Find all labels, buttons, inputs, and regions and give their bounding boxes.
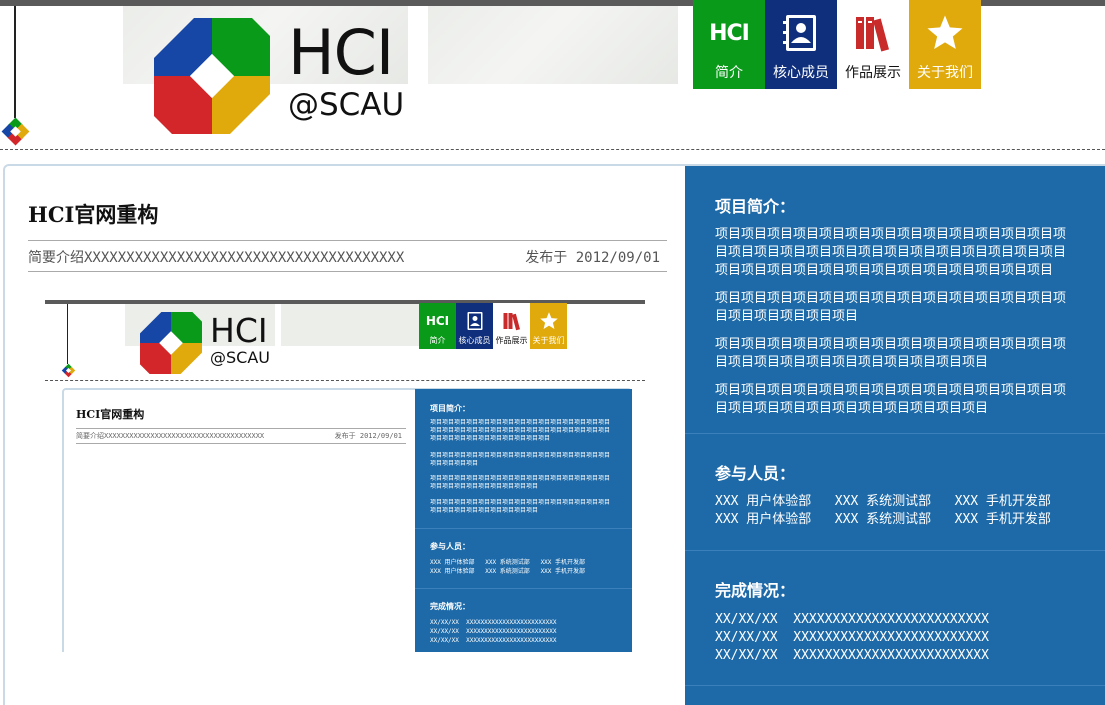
- thumb-section-progress: 完成情况： XX/XX/XX XXXXXXXXXXXXXXXXXXXXXXXXX…: [415, 589, 632, 652]
- thumb-post-date: 发布于 2012/09/01: [334, 432, 402, 440]
- nav-label: 核心成员: [773, 65, 829, 81]
- contacts-book-icon: [778, 10, 824, 56]
- thumb-nav-label: 作品展示: [495, 336, 528, 345]
- progress-row: XX/XX/XX XXXXXXXXXXXXXXXXXXXXXXXXX: [715, 612, 989, 627]
- thumb-section-text: 项目项目项目项目项目项目项目项目项目项目项目项目项目项目项目项目项目项目项目: [430, 452, 611, 467]
- project-screenshot: HCI @SCAU HCI 简介 核心成员 作品展示 关于我们 HCI官网重构: [45, 300, 645, 652]
- hci-logo-icon[interactable]: [154, 18, 270, 134]
- nav-item-intro[interactable]: HCI 简介: [693, 0, 765, 89]
- thumb-nav: HCI 简介 核心成员 作品展示 关于我们: [419, 303, 567, 349]
- thumb-section-text: 项目项目项目项目项目项目项目项目项目项目项目项目项目项目项目项目项目项目项目项目…: [430, 475, 611, 490]
- thumb-small-logo-icon: [61, 363, 76, 378]
- progress-row: XX/XX/XX XXXXXXXXXXXXXXXXXXXXXXXXX: [715, 630, 989, 645]
- hci-badge-icon: HCI: [709, 20, 750, 46]
- section-heading: 完成情况：: [715, 581, 796, 600]
- section-project-intro: 项目简介： 项目项目项目项目项目项目项目项目项目项目项目项目项目项目项目项目项目…: [685, 166, 1105, 434]
- nav-label: 作品展示: [845, 65, 901, 81]
- header-background-photo: [428, 6, 678, 84]
- thumb-contacts-book-icon: [463, 309, 487, 333]
- header-divider: [0, 149, 1105, 150]
- thumb-nav-item: 核心成员: [456, 303, 493, 349]
- post-meta: 简要介绍XXXXXXXXXXXXXXXXXXXXXXXXXXXXXXXXXXXX…: [28, 240, 667, 272]
- section-paragraph: 项目项目项目项目项目项目项目项目项目项目项目项目项目项目项目项目项目项目项目项目…: [715, 227, 1067, 278]
- nav-item-about[interactable]: 关于我们: [909, 0, 981, 89]
- thumb-section-heading: 项目简介：: [430, 404, 470, 413]
- member-row: XXX 用户体验部 XXX 系统测试部 XXX 手机开发部: [715, 512, 1051, 527]
- thumb-section-text: XX/XX/XX XXXXXXXXXXXXXXXXXXXXXXXXX: [430, 628, 557, 635]
- project-sidebar: 项目简介： 项目项目项目项目项目项目项目项目项目项目项目项目项目项目项目项目项目…: [685, 166, 1105, 705]
- nav-item-members[interactable]: 核心成员: [765, 0, 837, 89]
- thumb-brand-subtitle: @SCAU: [210, 348, 270, 367]
- progress-row: XX/XX/XX XXXXXXXXXXXXXXXXXXXXXXXXX: [715, 648, 989, 663]
- star-icon: [922, 10, 968, 56]
- section-paragraph: 项目项目项目项目项目项目项目项目项目项目项目项目项目项目项目项目项目项目项目项目…: [715, 337, 1067, 370]
- section-paragraph: 项目项目项目项目项目项目项目项目项目项目项目项目项目项目项目项目项目项目项目: [715, 291, 1067, 324]
- small-logo-icon[interactable]: [0, 116, 31, 147]
- thumb-post-meta: 简要介绍XXXXXXXXXXXXXXXXXXXXXXXXXXXXXXXXXXXX…: [76, 428, 406, 444]
- nav-label: 简介: [715, 65, 743, 81]
- thumb-star-icon: [537, 309, 561, 333]
- thumb-nav-label: 关于我们: [532, 336, 565, 345]
- thumb-section-intro: 项目简介： 项目项目项目项目项目项目项目项目项目项目项目项目项目项目项目项目项目…: [415, 389, 632, 529]
- nav-label: 关于我们: [917, 65, 973, 81]
- section-paragraph: 项目项目项目项目项目项目项目项目项目项目项目项目项目项目项目项目项目项目项目项目…: [715, 383, 1067, 416]
- section-heading: 项目简介：: [715, 197, 796, 216]
- brand-subtitle: @SCAU: [288, 87, 405, 123]
- thumb-section-heading: 参与人员：: [430, 542, 470, 551]
- thumb-logo-icon: [140, 312, 202, 374]
- thumb-post-title: HCI官网重构: [76, 408, 145, 421]
- post-date: 发布于 2012/09/01: [525, 250, 660, 266]
- thumb-nav-label: 简介: [429, 336, 446, 345]
- thumb-hanging-string: [67, 304, 68, 364]
- books-icon: [850, 10, 896, 56]
- thumb-hci-badge-icon: HCI: [425, 314, 450, 328]
- thumb-section-text: 项目项目项目项目项目项目项目项目项目项目项目项目项目项目项目项目项目项目项目项目…: [430, 499, 611, 514]
- thumb-section-text: XX/XX/XX XXXXXXXXXXXXXXXXXXXXXXXXX: [430, 619, 557, 626]
- thumb-section-text: XXX 用户体验部 XXX 系统测试部 XXX 手机开发部: [430, 559, 586, 566]
- main-nav: HCI 简介 核心成员 作品展示 关于我们: [693, 0, 981, 89]
- thumb-section-members: 参与人员： XXX 用户体验部 XXX 系统测试部 XXX 手机开发部 XXX …: [415, 529, 632, 589]
- hanging-string: [14, 6, 16, 118]
- thumb-section-text: 项目项目项目项目项目项目项目项目项目项目项目项目项目项目项目项目项目项目项目项目…: [430, 419, 611, 442]
- post-title: HCI官网重构: [28, 202, 159, 227]
- thumb-header-divider: [45, 380, 645, 381]
- section-heading: 参与人员：: [715, 464, 796, 483]
- brand-name: HCI: [288, 16, 394, 89]
- thumb-post-intro: 简要介绍XXXXXXXXXXXXXXXXXXXXXXXXXXXXXXXXXXXX…: [76, 432, 265, 440]
- section-members: 参与人员： XXX 用户体验部 XXX 系统测试部 XXX 手机开发部 XXX …: [685, 434, 1105, 551]
- thumb-books-icon: [500, 309, 524, 333]
- thumb-nav-item: HCI 简介: [419, 303, 456, 349]
- thumb-section-text: XX/XX/XX XXXXXXXXXXXXXXXXXXXXXXXXX: [430, 637, 557, 644]
- thumb-section-heading: 完成情况：: [430, 602, 470, 611]
- thumb-nav-item: 作品展示: [493, 303, 530, 349]
- thumb-background-photo: [281, 304, 421, 346]
- nav-item-works[interactable]: 作品展示: [837, 0, 909, 89]
- thumb-section-text: XXX 用户体验部 XXX 系统测试部 XXX 手机开发部: [430, 568, 586, 575]
- thumb-nav-item: 关于我们: [530, 303, 567, 349]
- post-intro: 简要介绍XXXXXXXXXXXXXXXXXXXXXXXXXXXXXXXXXXXX…: [28, 250, 405, 266]
- member-row: XXX 用户体验部 XXX 系统测试部 XXX 手机开发部: [715, 494, 1051, 509]
- thumb-sidebar: 项目简介： 项目项目项目项目项目项目项目项目项目项目项目项目项目项目项目项目项目…: [415, 389, 632, 652]
- thumb-nav-label: 核心成员: [458, 336, 491, 345]
- thumb-brand-name: HCI: [210, 311, 268, 350]
- section-progress: 完成情况： XX/XX/XX XXXXXXXXXXXXXXXXXXXXXXXXX…: [685, 551, 1105, 686]
